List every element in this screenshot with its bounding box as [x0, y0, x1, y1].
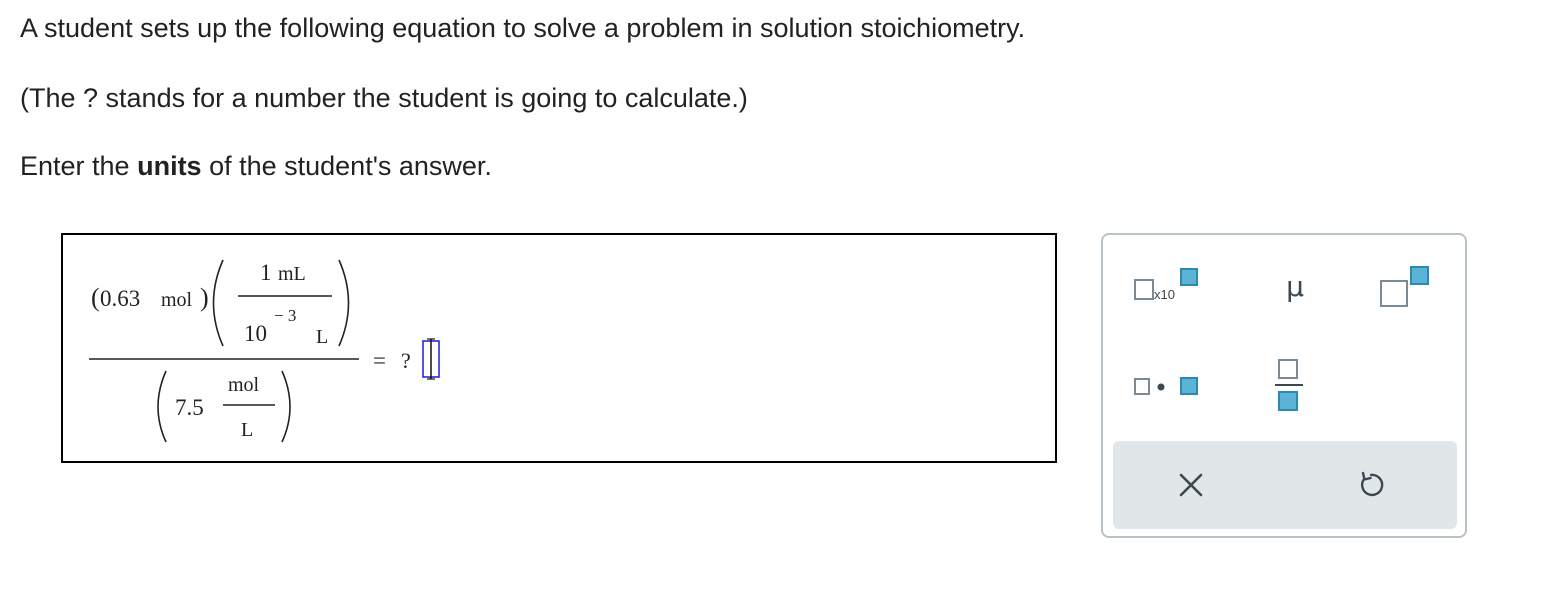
amount-unit: mol	[161, 289, 193, 311]
scientific-notation-button[interactable]: x10	[1133, 267, 1205, 309]
fraction-icon	[1275, 359, 1303, 411]
conv-den-unit: L	[316, 326, 328, 348]
conc-den-unit: L	[241, 419, 253, 441]
clear-button[interactable]	[1175, 469, 1207, 501]
equals-sign: =	[373, 348, 386, 373]
equation-panel: ( 0.63 mol ) 1 mL 10 − 3 L 7.5 mol L = ?	[61, 233, 1057, 463]
question-line-2: (The ? stands for a number the student i…	[20, 83, 748, 113]
paren-left-amount: (	[91, 283, 100, 312]
question-line-3: Enter the units of the student's answer.	[20, 150, 492, 182]
x10-label: x10	[1154, 287, 1175, 302]
answer-input[interactable]	[422, 338, 440, 380]
big-paren-left	[212, 259, 224, 347]
math-palette: x10 μ	[1101, 233, 1467, 538]
question-units-keyword: units	[137, 151, 202, 181]
conv-den-exponent: − 3	[274, 306, 296, 325]
conv-num-value: 1	[260, 260, 272, 285]
conv-den-base: 10	[244, 321, 267, 346]
close-icon	[1179, 473, 1203, 497]
superscript-icon	[1380, 266, 1429, 307]
conc-value: 7.5	[175, 395, 204, 420]
question-line-3-post: of the student's answer.	[201, 151, 492, 181]
undo-button[interactable]	[1355, 469, 1387, 501]
conc-num-unit: mol	[228, 374, 260, 396]
big-paren-right	[338, 259, 350, 347]
den-paren-right	[281, 370, 291, 443]
superscript-button[interactable]	[1379, 265, 1431, 309]
equation-display: ( 0.63 mol ) 1 mL 10 − 3 L 7.5 mol L = ?	[89, 259, 440, 443]
den-paren-left	[157, 370, 167, 443]
multiply-dot-button[interactable]	[1133, 375, 1203, 399]
question-line-1: A student sets up the following equation…	[20, 13, 1026, 43]
question-line-3-pre: Enter the	[20, 151, 138, 181]
paren-right-amount: )	[200, 283, 209, 312]
mu-button[interactable]: μ	[1273, 267, 1317, 311]
mu-symbol: μ	[1286, 270, 1304, 303]
unknown-symbol: ?	[401, 348, 411, 373]
multiply-dot-icon	[1134, 377, 1198, 395]
palette-action-bar	[1113, 441, 1457, 529]
fraction-button[interactable]	[1273, 357, 1305, 415]
amount-value: 0.63	[100, 286, 140, 311]
undo-icon	[1360, 471, 1384, 497]
conv-num-unit: mL	[278, 263, 306, 285]
